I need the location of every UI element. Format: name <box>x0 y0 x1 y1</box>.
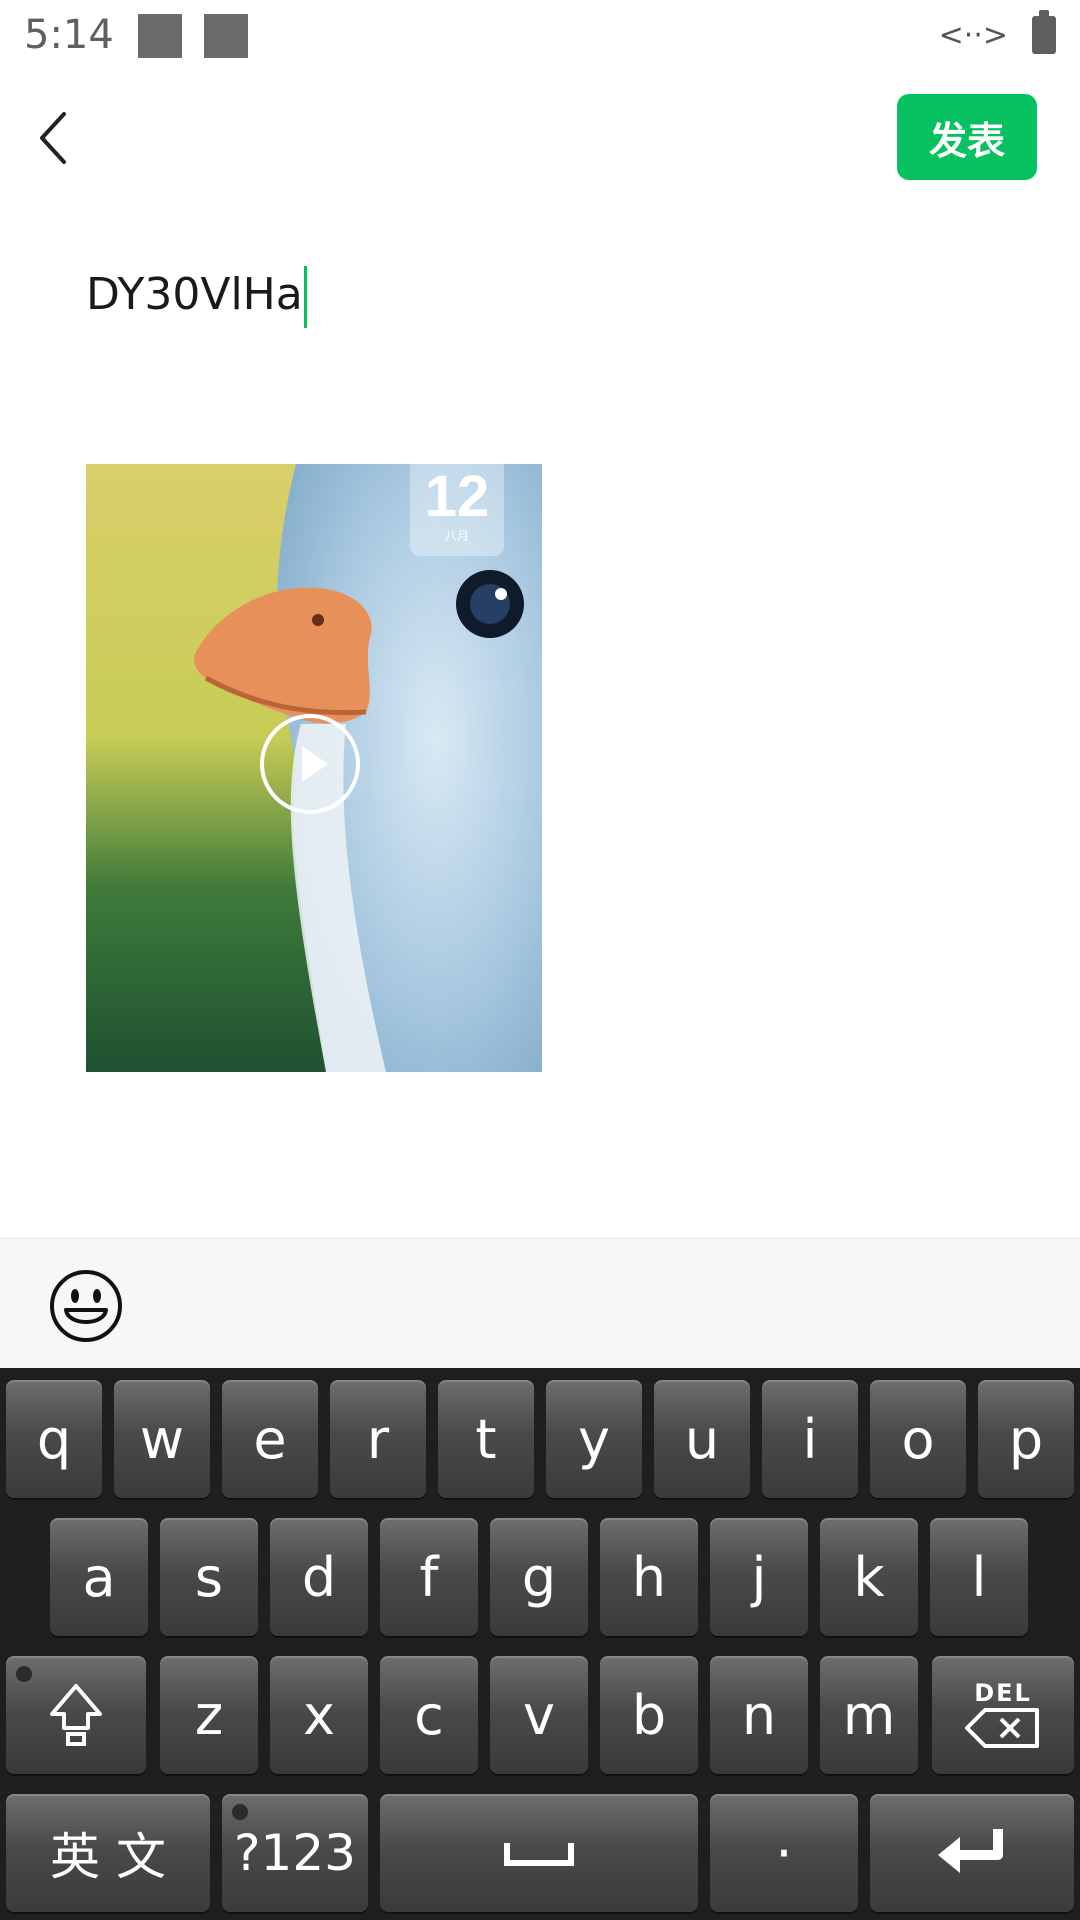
battery-icon <box>1032 10 1056 54</box>
space-key[interactable] <box>380 1794 698 1912</box>
key-t[interactable]: t <box>438 1380 534 1498</box>
key-u[interactable]: u <box>654 1380 750 1498</box>
key-x[interactable]: x <box>270 1656 368 1774</box>
emoji-button[interactable] <box>48 1268 124 1344</box>
delete-key-label: DEL <box>974 1679 1032 1707</box>
code-icon: <··> <box>938 18 1008 53</box>
key-n[interactable]: n <box>710 1656 808 1774</box>
play-button[interactable] <box>260 714 360 814</box>
key-f[interactable]: f <box>380 1518 478 1636</box>
key-m[interactable]: m <box>820 1656 918 1774</box>
key-d[interactable]: d <box>270 1518 368 1636</box>
enter-icon <box>938 1829 1003 1873</box>
space-bar-icon <box>504 1843 574 1866</box>
key-s[interactable]: s <box>160 1518 258 1636</box>
shift-key[interactable] <box>6 1656 146 1774</box>
symbols-key-label: ?123 <box>234 1824 356 1882</box>
post-text-input[interactable]: DY30VlHa <box>86 262 307 328</box>
key-o[interactable]: o <box>870 1380 966 1498</box>
notification-icon <box>138 14 182 58</box>
period-key[interactable]: · <box>710 1794 858 1912</box>
key-q[interactable]: q <box>6 1380 102 1498</box>
enter-key[interactable] <box>870 1794 1074 1912</box>
status-time: 5:14 <box>24 12 114 58</box>
keyboard: q w e r t y u i o p a s d f g h j k l z … <box>0 1368 1080 1920</box>
key-g[interactable]: g <box>490 1518 588 1636</box>
key-l[interactable]: l <box>930 1518 1028 1636</box>
language-switch-key[interactable]: 英 文 <box>6 1794 210 1912</box>
key-c[interactable]: c <box>380 1656 478 1774</box>
key-p[interactable]: p <box>978 1380 1074 1498</box>
chevron-left-icon <box>40 112 66 164</box>
smiley-icon <box>50 1270 122 1342</box>
key-h[interactable]: h <box>600 1518 698 1636</box>
key-indicator-dot <box>16 1666 32 1682</box>
key-j[interactable]: j <box>710 1518 808 1636</box>
key-i[interactable]: i <box>762 1380 858 1498</box>
emoji-toolbar <box>0 1238 1080 1369</box>
status-bar: 5:14 <··> <box>0 0 1080 80</box>
key-y[interactable]: y <box>546 1380 642 1498</box>
key-a[interactable]: a <box>50 1518 148 1636</box>
post-text: DY30VlHa <box>86 269 303 320</box>
backspace-icon <box>965 1708 1039 1748</box>
key-z[interactable]: z <box>160 1656 258 1774</box>
date-overlay-number: 12 <box>425 464 490 529</box>
shift-icon <box>50 1684 102 1746</box>
key-v[interactable]: v <box>490 1656 588 1774</box>
delete-key[interactable]: DEL <box>932 1656 1074 1774</box>
date-overlay-label: 八月 <box>445 529 469 543</box>
notification-icon <box>204 14 248 58</box>
key-e[interactable]: e <box>222 1380 318 1498</box>
play-icon <box>302 746 328 782</box>
back-button[interactable] <box>30 108 80 168</box>
publish-button[interactable]: 发表 <box>897 94 1037 180</box>
key-indicator-dot <box>232 1804 248 1820</box>
text-caret <box>303 266 307 328</box>
video-thumbnail[interactable]: 12 八月 <box>86 464 542 1072</box>
key-b[interactable]: b <box>600 1656 698 1774</box>
key-k[interactable]: k <box>820 1518 918 1636</box>
symbols-key[interactable]: ?123 <box>222 1794 368 1912</box>
key-w[interactable]: w <box>114 1380 210 1498</box>
key-r[interactable]: r <box>330 1380 426 1498</box>
